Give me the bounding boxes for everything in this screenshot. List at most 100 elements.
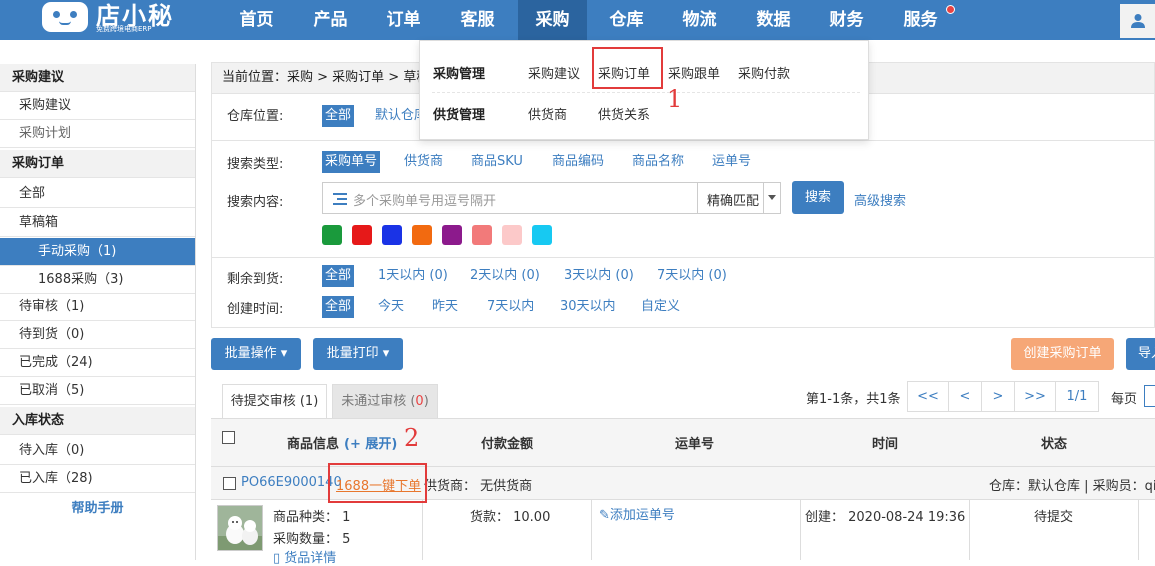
batch-operations-button[interactable]: 批量操作 ▾ xyxy=(211,338,301,370)
tab-rejected-close: ) xyxy=(423,394,429,409)
color-tag-swatch[interactable] xyxy=(412,225,432,245)
add-tracking-link[interactable]: ✎添加运单号 xyxy=(599,504,675,523)
sidebar-item-inbound[interactable]: 已入库（28) xyxy=(0,465,195,493)
tab-pending-submit[interactable]: 待提交审核 (1) xyxy=(222,384,327,418)
order-checkbox[interactable] xyxy=(223,477,236,490)
import-button[interactable]: 导入 xyxy=(1126,338,1155,370)
search-input[interactable]: 多个采购单号用逗号隔开 xyxy=(322,182,698,214)
search-type-sku[interactable]: 商品SKU xyxy=(468,151,526,173)
search-type-code[interactable]: 商品编码 xyxy=(549,151,607,173)
remaining-all[interactable]: 全部 xyxy=(322,265,355,287)
sidebar-item-cancelled[interactable]: 已取消（5) xyxy=(0,377,195,405)
tab-rejected[interactable]: 未通过审核 (0) xyxy=(332,384,438,418)
product-thumbnail[interactable] xyxy=(217,505,263,551)
search-button[interactable]: 搜索 xyxy=(792,181,844,214)
menu-item-purchase-payment[interactable]: 采购付款 xyxy=(738,63,790,82)
advanced-search-link[interactable]: 高级搜索 xyxy=(854,190,906,209)
color-tag-swatch[interactable] xyxy=(532,225,552,245)
product-detail-link[interactable]: ▯ 货品详情 xyxy=(273,547,336,566)
created-time: 创建： 2020-08-24 19:36 xyxy=(805,510,966,525)
batch-print-button[interactable]: 批量打印 ▾ xyxy=(313,338,403,370)
created-today[interactable]: 今天 xyxy=(375,296,407,318)
created-custom[interactable]: 自定义 xyxy=(638,296,683,318)
created-7days[interactable]: 7天以内 xyxy=(484,296,537,318)
order-status: 待提交 xyxy=(1034,510,1074,525)
nav-home[interactable]: 首页 xyxy=(228,0,285,40)
match-mode-value: 精确匹配 xyxy=(707,194,760,209)
search-type-label: 搜索类型: xyxy=(227,157,284,172)
remaining-1day[interactable]: 1天以内 (0) xyxy=(375,265,451,287)
menu-item-suppliers[interactable]: 供货商 xyxy=(528,104,567,123)
color-tag-swatch[interactable] xyxy=(352,225,372,245)
sidebar-item-1688[interactable]: 1688采购（3) xyxy=(0,266,195,294)
robot-face-icon xyxy=(42,2,88,32)
pager-last[interactable]: >> xyxy=(1014,381,1056,412)
cell-divider xyxy=(422,500,423,560)
sidebar-help-manual[interactable]: 帮助手册 xyxy=(0,495,195,523)
warehouse-all[interactable]: 全部 xyxy=(322,105,355,127)
remaining-2days[interactable]: 2天以内 (0) xyxy=(467,265,543,287)
filter-divider xyxy=(212,257,1154,258)
user-menu-button[interactable] xyxy=(1120,4,1155,38)
brand-logo[interactable]: 店小秘 免费跨境电商ERP xyxy=(40,0,175,40)
created-yesterday[interactable]: 昨天 xyxy=(429,296,461,318)
sidebar-item-completed[interactable]: 已完成（24) xyxy=(0,349,195,377)
created-all[interactable]: 全部 xyxy=(322,296,355,318)
tab-rejected-count: 0 xyxy=(415,394,424,409)
pager-next[interactable]: > xyxy=(981,381,1015,412)
color-tag-swatch[interactable] xyxy=(502,225,522,245)
remaining-7days[interactable]: 7天以内 (0) xyxy=(654,265,730,287)
sidebar-item-suggest[interactable]: 采购建议 xyxy=(0,92,195,120)
select-all-checkbox[interactable] xyxy=(222,431,235,444)
nav-logistics[interactable]: 物流 xyxy=(671,0,728,40)
pager-prev[interactable]: < xyxy=(948,381,982,412)
order-supplier: 供货商： 无供货商 xyxy=(424,479,533,494)
color-tag-swatch[interactable] xyxy=(442,225,462,245)
match-mode-select[interactable]: 精确匹配 xyxy=(698,182,781,214)
color-tag-swatch[interactable] xyxy=(322,225,342,245)
edit-icon: ✎ xyxy=(599,508,610,523)
nav-products[interactable]: 产品 xyxy=(302,0,359,40)
pager-first[interactable]: << xyxy=(907,381,949,412)
sidebar-item-plan[interactable]: 采购计划 xyxy=(0,120,195,148)
menu-item-purchase-tracking[interactable]: 采购跟单 xyxy=(668,63,720,82)
color-tag-swatch[interactable] xyxy=(472,225,492,245)
col-status: 状态 xyxy=(1041,437,1068,452)
remaining-3days[interactable]: 3天以内 (0) xyxy=(561,265,637,287)
chevron-down-icon xyxy=(763,183,780,213)
search-placeholder: 多个采购单号用逗号隔开 xyxy=(353,194,497,209)
search-type-supplier[interactable]: 供货商 xyxy=(401,151,446,173)
expand-all-link[interactable]: (+ 展开) xyxy=(344,433,397,452)
search-type-name[interactable]: 商品名称 xyxy=(629,151,687,173)
sidebar-item-all[interactable]: 全部 xyxy=(0,180,195,208)
sidebar-item-awaiting-arrival[interactable]: 待到货（0) xyxy=(0,321,195,349)
dropdown-group-supply-mgmt: 供货管理 xyxy=(433,108,486,123)
nav-orders[interactable]: 订单 xyxy=(375,0,432,40)
document-icon: ▯ xyxy=(273,551,285,566)
nav-finance[interactable]: 财务 xyxy=(818,0,875,40)
cell-divider xyxy=(591,500,592,560)
nav-warehouse[interactable]: 仓库 xyxy=(598,0,655,40)
color-tag-swatch[interactable] xyxy=(382,225,402,245)
sidebar-item-manual[interactable]: 手动采购（1) xyxy=(0,238,195,266)
nav-services[interactable]: 服务 xyxy=(892,0,949,40)
search-type-po[interactable]: 采购单号 xyxy=(322,151,381,173)
dropdown-group-purchase-mgmt: 采购管理 xyxy=(433,67,486,82)
menu-item-purchase-suggest[interactable]: 采购建议 xyxy=(528,63,580,82)
nav-data[interactable]: 数据 xyxy=(745,0,802,40)
sidebar-section-inbound: 入库状态 xyxy=(0,407,195,435)
search-type-tracking[interactable]: 运单号 xyxy=(709,151,754,173)
remaining-label: 剩余到货: xyxy=(227,272,284,287)
sidebar-item-drafts[interactable]: 草稿箱 xyxy=(0,209,195,237)
order-id-link[interactable]: PO66E9000140 xyxy=(241,475,342,490)
nav-purchase[interactable]: 采购 xyxy=(518,0,587,40)
search-content-label: 搜索内容: xyxy=(227,195,284,210)
sidebar-item-pending-review[interactable]: 待审核（1) xyxy=(0,293,195,321)
menu-item-supply-relations[interactable]: 供货关系 xyxy=(598,104,650,123)
create-purchase-order-button[interactable]: 创建采购订单 xyxy=(1011,338,1114,370)
pager-page-indicator[interactable]: 1/1 xyxy=(1055,381,1099,412)
nav-customer-service[interactable]: 客服 xyxy=(449,0,506,40)
sidebar-item-to-inbound[interactable]: 待入库（0) xyxy=(0,437,195,465)
per-page-select[interactable] xyxy=(1144,385,1155,407)
created-30days[interactable]: 30天以内 xyxy=(557,296,619,318)
